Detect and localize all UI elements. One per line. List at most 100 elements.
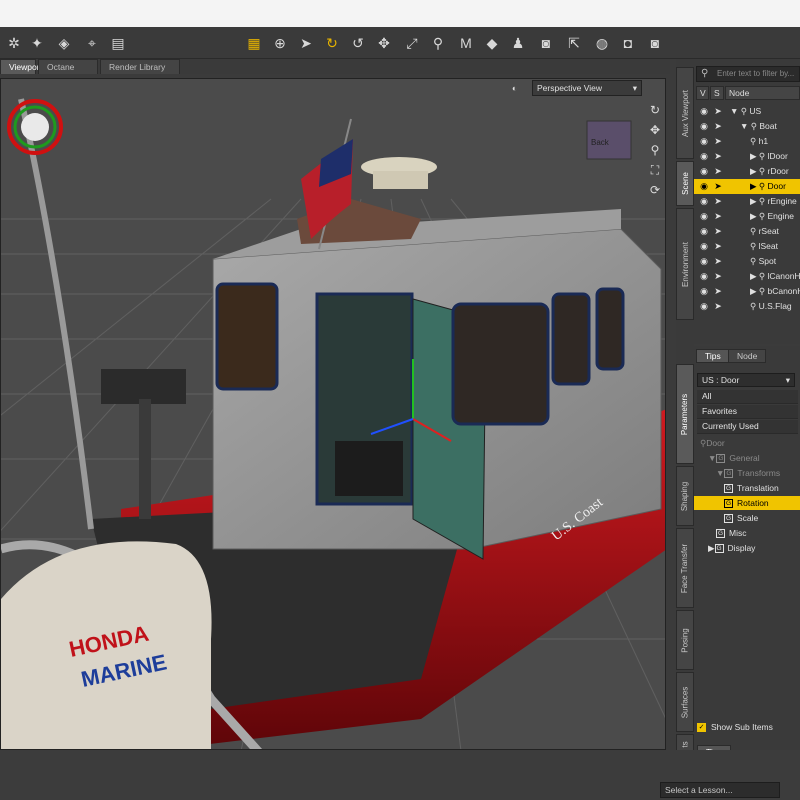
selectable-icon[interactable]: ➤ [713, 226, 723, 237]
tool-grid-icon[interactable]: ▦ [244, 33, 264, 53]
selectable-icon[interactable]: ➤ [713, 196, 723, 207]
tab-tips[interactable]: Tips [696, 349, 730, 363]
pointer-icon[interactable]: ➤ [296, 33, 316, 53]
frame-icon[interactable]: ⛶ [646, 160, 664, 180]
universal-tool-icon[interactable]: ⊕ [270, 33, 290, 53]
panel-toggle-icon[interactable]: ▤ [108, 33, 128, 53]
scene-row[interactable]: ◉ ➤ ▶ ⚲ rDoor [694, 164, 800, 179]
parameter-group[interactable]: ⚲ Door [700, 436, 800, 450]
view-mode-dropdown[interactable]: Perspective View ▾ [532, 80, 642, 96]
tab-posing[interactable]: Posing [676, 610, 694, 670]
eye-icon[interactable]: ◉ [699, 166, 709, 177]
render-icon[interactable]: ◙ [645, 33, 665, 53]
lesson-select[interactable]: Select a Lesson... [660, 782, 780, 798]
camera-icon[interactable]: ◙ [536, 33, 556, 53]
twist-icon[interactable]: ↺ [348, 33, 368, 53]
show-sub-items-checkbox[interactable]: ✓ Show Sub Items [697, 722, 773, 732]
parameter-group[interactable]: G Translation [724, 481, 800, 495]
figure-icon[interactable]: ♟ [508, 33, 528, 53]
scene-row[interactable]: ◉ ➤ ▶ ⚲ lDoor [694, 149, 800, 164]
selectable-icon[interactable]: ➤ [713, 301, 723, 312]
scene-row[interactable]: ◉ ➤ ▶ ⚲ bCanonH [694, 284, 800, 299]
scene-row[interactable]: ◉ ➤ ⚲ rSeat [694, 224, 800, 239]
eye-icon[interactable]: ◉ [699, 106, 709, 117]
eye-icon[interactable]: ◉ [699, 301, 709, 312]
move-icon[interactable]: ✥ [374, 33, 394, 53]
parameter-group[interactable]: ▼ G General [708, 451, 800, 465]
selectable-icon[interactable]: ➤ [713, 286, 723, 297]
scene-row[interactable]: ◉ ➤ ⚲ Spot [694, 254, 800, 269]
node-weight-icon[interactable]: ◈ [54, 33, 74, 53]
spot-render-icon[interactable]: ◍ [592, 33, 612, 53]
render-settings-icon[interactable]: ◘ [618, 33, 638, 53]
filter-favorites[interactable]: Favorites [697, 405, 798, 419]
scene-search-input[interactable]: Enter text to filter by... [696, 66, 800, 82]
scene-row[interactable]: ◉ ➤ ▶ ⚲ rEngine [694, 194, 800, 209]
eye-icon[interactable]: ◉ [699, 181, 709, 192]
scale-icon[interactable]: ⤢ [402, 33, 422, 53]
selectable-icon[interactable]: ➤ [713, 241, 723, 252]
selectable-icon[interactable]: ➤ [713, 166, 723, 177]
filter-currently-used[interactable]: Currently Used [697, 420, 798, 434]
pan-icon[interactable]: ✥ [646, 120, 664, 140]
scene-row[interactable]: ◉ ➤ ▼ ⚲ US [694, 104, 800, 119]
selectable-icon[interactable]: ➤ [713, 151, 723, 162]
tab-node[interactable]: Node [728, 349, 767, 363]
tab-octane[interactable]: Octane [38, 59, 98, 74]
tab-shaping[interactable]: Shaping [676, 466, 694, 526]
scene-row[interactable]: ◉ ➤ ▶ ⚲ lCanonH [694, 269, 800, 284]
eye-icon[interactable]: ◉ [699, 286, 709, 297]
tab-face-transfer[interactable]: Face Transfer [676, 528, 694, 608]
tab-aux-viewport[interactable]: Aux Viewport [676, 67, 694, 159]
rotate-tool-icon[interactable]: ↻ [322, 33, 342, 53]
scene-row[interactable]: ◉ ➤ ⚲ U.S.Flag [694, 299, 800, 314]
selectable-icon[interactable]: ➤ [713, 271, 723, 282]
reset-view-icon[interactable]: ⟳ [646, 180, 664, 200]
tab-render-library[interactable]: Render Library [100, 59, 180, 74]
draw-style-icon[interactable]: ◐ [512, 80, 517, 96]
tab-scene[interactable]: Scene [676, 161, 694, 206]
pointer-select-icon[interactable]: ⇱ [564, 33, 584, 53]
magic-wand-icon[interactable]: ✦ [27, 33, 47, 53]
eye-icon[interactable]: ◉ [699, 226, 709, 237]
parameter-group[interactable]: G Scale [724, 511, 800, 525]
selectable-icon[interactable]: ➤ [713, 121, 723, 132]
tab-viewport[interactable]: Viewport [0, 59, 42, 74]
viewport-3d[interactable]: Back HONDA MARINE U.S. Coast [0, 78, 666, 750]
parameter-group[interactable]: ▼ G Transforms [716, 466, 800, 480]
parameter-group[interactable]: ▶ G Display [708, 541, 800, 555]
eye-icon[interactable]: ◉ [699, 136, 709, 147]
filter-all[interactable]: All [697, 390, 798, 404]
tab-parameters[interactable]: Parameters [676, 364, 694, 464]
eye-icon[interactable]: ◉ [699, 196, 709, 207]
col-selectable[interactable]: S [710, 86, 724, 100]
joint-editor-icon[interactable]: ⚲ [428, 33, 448, 53]
text-tool-icon[interactable]: M [456, 33, 476, 53]
selectable-icon[interactable]: ➤ [713, 106, 723, 117]
eye-icon[interactable]: ◉ [699, 211, 709, 222]
col-visible[interactable]: V [696, 86, 709, 100]
scene-row[interactable]: ◉ ➤ ▶ ⚲ Door [694, 179, 800, 194]
zoom-icon[interactable]: ⚲ [646, 140, 664, 160]
surface-selection-icon[interactable]: ◆ [482, 33, 502, 53]
tab-surfaces[interactable]: Surfaces [676, 672, 694, 732]
selectable-icon[interactable]: ➤ [713, 136, 723, 147]
expander-icon[interactable]: ▼ [716, 468, 724, 478]
selectable-icon[interactable]: ➤ [713, 256, 723, 267]
scene-row[interactable]: ◉ ➤ ⚲ lSeat [694, 239, 800, 254]
node-selector-dropdown[interactable]: US : Door ▾ [697, 373, 795, 387]
eye-icon[interactable]: ◉ [699, 271, 709, 282]
scene-row[interactable]: ◉ ➤ ▶ ⚲ Engine [694, 209, 800, 224]
tab-environment[interactable]: Environment [676, 208, 694, 320]
scene-row[interactable]: ◉ ➤ ⚲ h1 [694, 134, 800, 149]
orbit-icon[interactable]: ↻ [646, 100, 664, 120]
eye-icon[interactable]: ◉ [699, 241, 709, 252]
selectable-icon[interactable]: ➤ [713, 181, 723, 192]
expander-icon[interactable]: ▼ [708, 453, 716, 463]
gear-icon[interactable]: ✲ [4, 33, 24, 53]
region-icon[interactable]: ⌖ [82, 33, 102, 53]
parameter-group[interactable]: G Rotation [694, 496, 800, 510]
eye-icon[interactable]: ◉ [699, 121, 709, 132]
eye-icon[interactable]: ◉ [699, 151, 709, 162]
parameter-group[interactable]: G Misc [716, 526, 800, 540]
